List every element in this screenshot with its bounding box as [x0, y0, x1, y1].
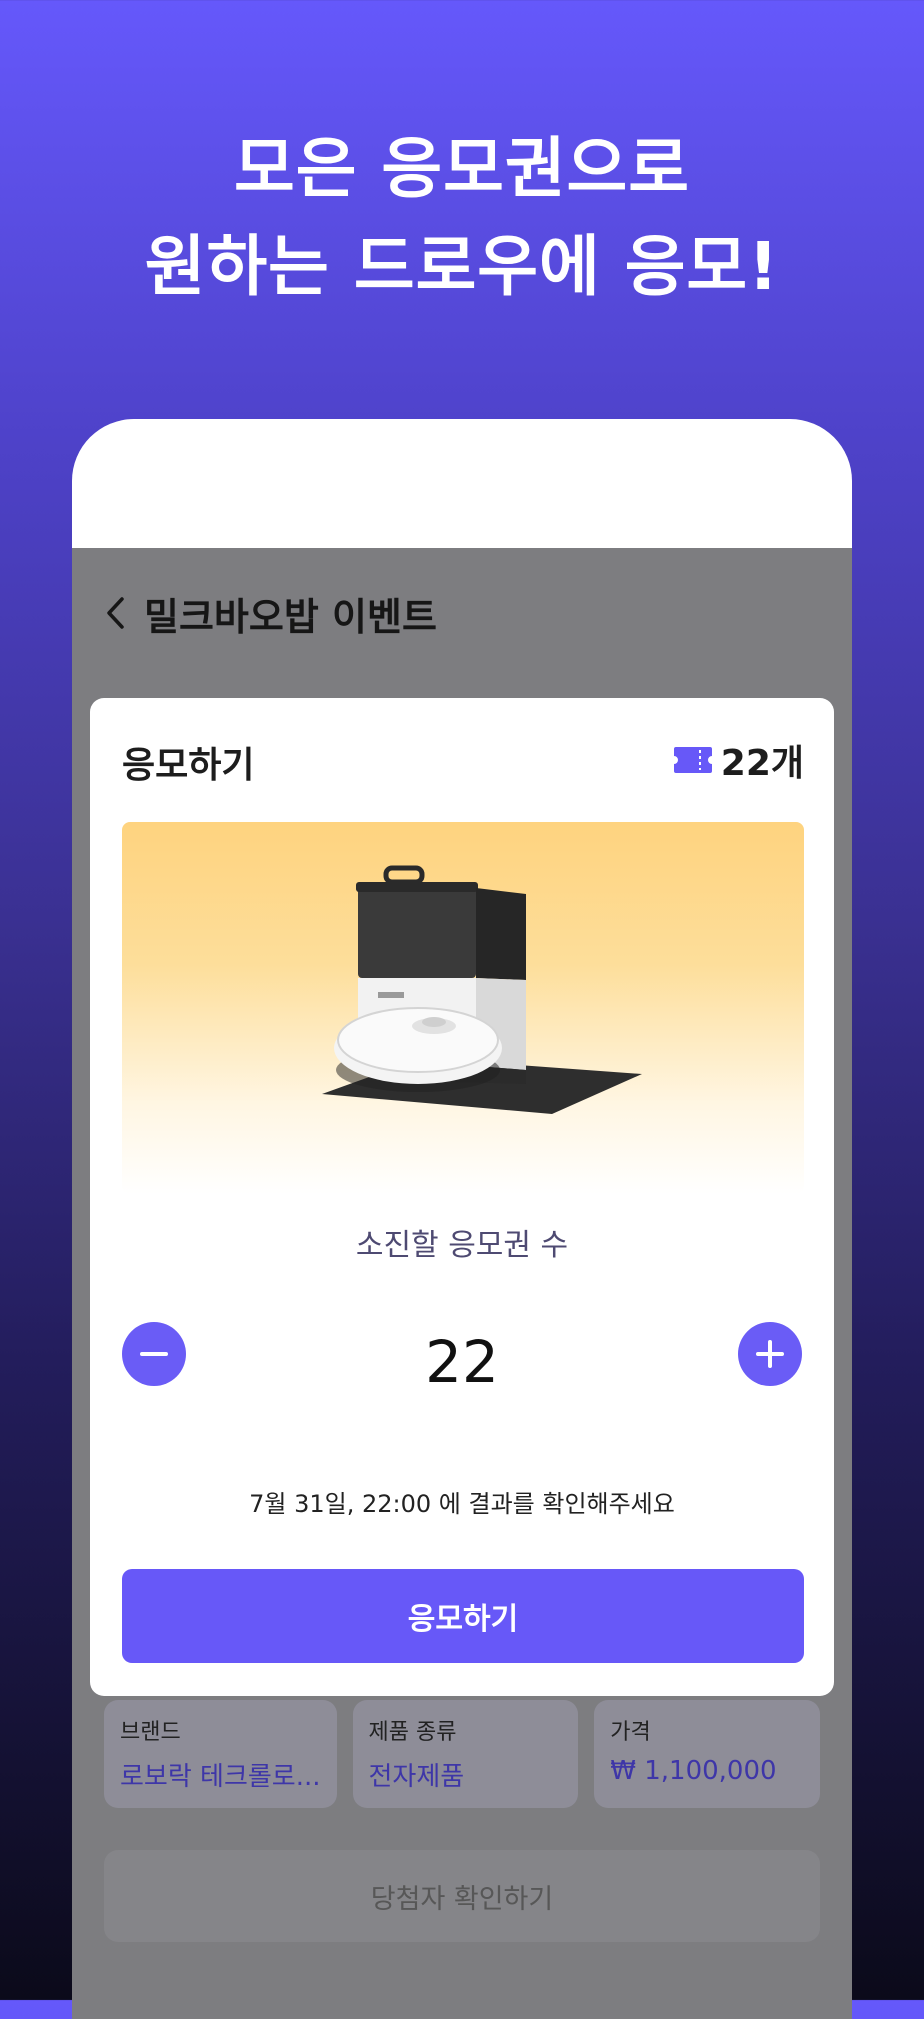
- ticket-icon: [673, 747, 712, 773]
- apply-button[interactable]: 응모하기: [122, 1569, 804, 1663]
- promo-headline: 모은 응모권으로 원하는 드로우에 응모!: [0, 120, 924, 316]
- chevron-left-icon[interactable]: [102, 593, 132, 633]
- robot-vacuum-image: [322, 865, 642, 1114]
- promo-line-2: 원하는 드로우에 응모!: [144, 228, 780, 305]
- promo-line-1: 모은 응모권으로: [233, 130, 691, 207]
- modal-title: 응모하기: [122, 745, 255, 786]
- check-winners-button[interactable]: 당첨자 확인하기: [104, 1850, 820, 1942]
- info-label: 가격: [610, 1720, 651, 1745]
- info-value: 전자제품: [368, 1762, 465, 1792]
- info-card-price: 가격 ₩ 1,100,000: [594, 1700, 820, 1808]
- entry-modal: 응모하기 22개 소진할 응모권 수 22 7월 31일, 22:00 에 결과…: [90, 698, 834, 1696]
- consume-label: 소진할 응모권 수: [355, 1228, 569, 1263]
- info-label: 브랜드: [120, 1720, 181, 1745]
- result-notice: 7월 31일, 22:00 에 결과를 확인해주세요: [249, 1490, 675, 1518]
- info-value: ₩ 1,100,000: [610, 1756, 777, 1786]
- product-info-row: 브랜드 로보락 테크롤로... 제품 종류 전자제품 가격 ₩ 1,100,00…: [104, 1700, 820, 1808]
- page-title: 밀크바오밥 이벤트: [144, 594, 437, 639]
- info-value: 로보락 테크롤로...: [120, 1762, 321, 1792]
- top-nav: 밀크바오밥 이벤트: [102, 588, 437, 639]
- info-label: 제품 종류: [368, 1720, 457, 1745]
- info-card-category: 제품 종류 전자제품: [352, 1700, 579, 1808]
- ticket-count: 22개: [720, 743, 804, 784]
- increase-button[interactable]: [738, 1322, 802, 1386]
- ticket-balance: 22개: [673, 734, 804, 786]
- info-card-brand: 브랜드 로보락 테크롤로...: [104, 1700, 337, 1808]
- entry-count: 22: [425, 1328, 499, 1396]
- plus-icon: [756, 1340, 784, 1368]
- product-image: [122, 822, 804, 1194]
